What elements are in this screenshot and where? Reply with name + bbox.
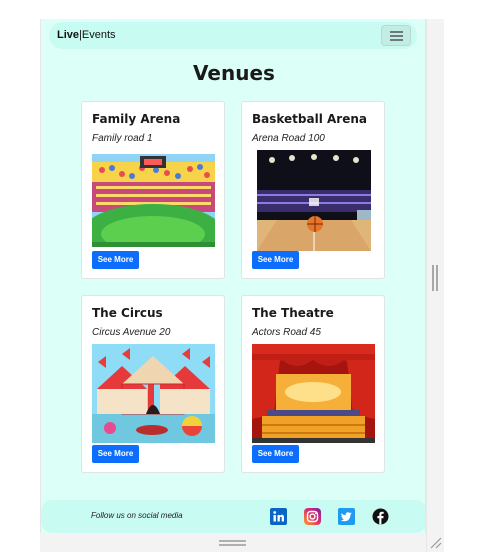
venue-image-the-circus bbox=[92, 344, 215, 443]
venue-image-family-arena bbox=[92, 154, 215, 247]
footer: Follow us on social media bbox=[41, 500, 425, 533]
menu-toggle-button[interactable] bbox=[381, 25, 411, 46]
venue-address: Circus Avenue 20 bbox=[92, 327, 171, 338]
see-more-button[interactable]: See More bbox=[252, 251, 299, 269]
venue-name: The Theatre bbox=[252, 306, 334, 320]
venue-card-family-arena: Family Arena Family road 1 See More bbox=[81, 101, 225, 279]
navbar: Live|Events bbox=[49, 22, 417, 49]
twitter-icon[interactable] bbox=[338, 508, 355, 525]
page-viewport: Live|Events Venues Family Arena Family r… bbox=[40, 19, 426, 533]
see-more-button[interactable]: See More bbox=[252, 445, 299, 463]
see-more-button[interactable]: See More bbox=[92, 251, 139, 269]
venue-name: The Circus bbox=[92, 306, 163, 320]
facebook-icon[interactable] bbox=[372, 508, 389, 525]
linkedin-icon[interactable] bbox=[270, 508, 287, 525]
venue-address: Arena Road 100 bbox=[252, 133, 325, 144]
resize-handle-icon[interactable] bbox=[429, 537, 443, 549]
hamburger-icon bbox=[390, 31, 403, 33]
brand-live: Live bbox=[57, 29, 80, 41]
page-title: Venues bbox=[193, 61, 275, 85]
venue-card-the-circus: The Circus Circus Avenue 20 See More bbox=[81, 295, 225, 473]
see-more-button[interactable]: See More bbox=[92, 445, 139, 463]
drag-handle-icon[interactable] bbox=[219, 540, 246, 546]
venue-image-basketball-arena bbox=[257, 150, 371, 251]
venue-image-the-theatre bbox=[252, 344, 375, 443]
venue-name: Basketball Arena bbox=[252, 112, 367, 126]
brand-events: Events bbox=[81, 29, 116, 41]
venue-card-basketball-arena: Basketball Arena Arena Road 100 See More bbox=[241, 101, 385, 279]
venue-address: Actors Road 45 bbox=[252, 327, 321, 338]
scrollbar-grip-icon[interactable] bbox=[432, 265, 438, 291]
brand-logo[interactable]: Live|Events bbox=[57, 29, 116, 41]
follow-text: Follow us on social media bbox=[91, 511, 183, 520]
venue-address: Family road 1 bbox=[92, 133, 153, 144]
venue-name: Family Arena bbox=[92, 112, 181, 126]
instagram-icon[interactable] bbox=[304, 508, 321, 525]
venue-card-the-theatre: The Theatre Actors Road 45 See More bbox=[241, 295, 385, 473]
